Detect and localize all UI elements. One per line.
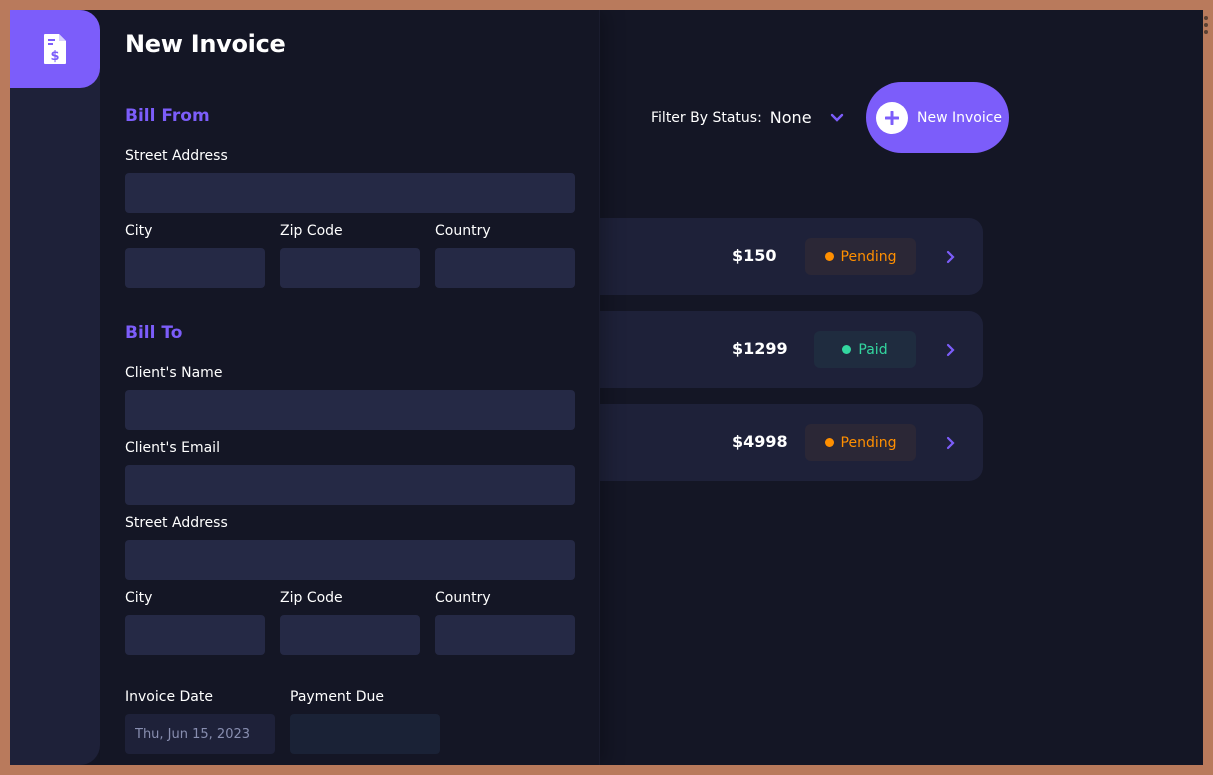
chevron-right-icon[interactable] <box>945 435 955 454</box>
status-dot-icon <box>824 252 834 261</box>
status-badge: Paid <box>814 331 916 368</box>
status-label: Pending <box>840 248 897 265</box>
bill-from-city-label: City <box>125 223 153 239</box>
payment-due-field[interactable] <box>290 714 440 754</box>
client-email-field[interactable] <box>125 465 575 505</box>
window-menu-icon[interactable] <box>1204 16 1210 34</box>
chevron-down-icon[interactable] <box>830 113 844 123</box>
invoice-row[interactable]: $1299 Paid <box>600 311 983 388</box>
chevron-right-icon[interactable] <box>945 249 955 268</box>
filter-value[interactable]: None <box>770 108 812 127</box>
svg-text:$: $ <box>50 49 59 64</box>
invoice-date-label: Invoice Date <box>125 689 213 705</box>
status-dot-icon <box>824 438 834 447</box>
bill-to-heading: Bill To <box>125 323 183 343</box>
status-badge: Pending <box>805 424 916 461</box>
filter-by-status[interactable]: Filter By Status: None <box>651 108 844 127</box>
bill-from-heading: Bill From <box>125 106 210 126</box>
new-invoice-label: New Invoice <box>917 109 1003 126</box>
bill-to-street-label: Street Address <box>125 515 228 531</box>
invoice-amount: $1299 <box>732 339 788 358</box>
invoice-amount: $150 <box>732 246 777 265</box>
bill-from-zip-field[interactable] <box>280 248 420 288</box>
sidebar: $ <box>10 10 100 765</box>
status-badge: Pending <box>805 238 916 275</box>
invoice-row[interactable]: $150 Pending <box>600 218 983 295</box>
filter-label: Filter By Status: <box>651 109 762 126</box>
plus-icon <box>876 101 908 134</box>
bill-to-zip-field[interactable] <box>280 615 420 655</box>
bill-to-country-label: Country <box>435 590 491 606</box>
invoice-document-icon: $ <box>42 33 68 65</box>
bill-to-city-label: City <box>125 590 153 606</box>
new-invoice-button[interactable]: New Invoice <box>866 82 1009 153</box>
app-window: Filter By Status: None New Invoice $150 … <box>10 10 1203 765</box>
status-dot-icon <box>842 345 852 354</box>
client-name-label: Client's Name <box>125 365 223 381</box>
new-invoice-drawer: New Invoice Bill From Street Address Cit… <box>100 10 600 765</box>
logo[interactable]: $ <box>10 10 100 88</box>
client-name-field[interactable] <box>125 390 575 430</box>
bill-from-street-label: Street Address <box>125 148 228 164</box>
status-label: Paid <box>858 341 888 358</box>
invoice-row[interactable]: $4998 Pending <box>600 404 983 481</box>
bill-from-zip-label: Zip Code <box>280 223 343 239</box>
bill-to-city-field[interactable] <box>125 615 265 655</box>
bill-from-country-field[interactable] <box>435 248 575 288</box>
invoice-date-field[interactable] <box>125 714 275 754</box>
client-email-label: Client's Email <box>125 440 220 456</box>
bill-from-country-label: Country <box>435 223 491 239</box>
bill-to-zip-label: Zip Code <box>280 590 343 606</box>
bill-to-street-field[interactable] <box>125 540 575 580</box>
bill-to-country-field[interactable] <box>435 615 575 655</box>
bill-from-city-field[interactable] <box>125 248 265 288</box>
bill-from-street-field[interactable] <box>125 173 575 213</box>
status-label: Pending <box>840 434 897 451</box>
chevron-right-icon[interactable] <box>945 342 955 361</box>
invoice-amount: $4998 <box>732 432 788 451</box>
drawer-title: New Invoice <box>125 30 286 58</box>
payment-due-label: Payment Due <box>290 689 385 705</box>
